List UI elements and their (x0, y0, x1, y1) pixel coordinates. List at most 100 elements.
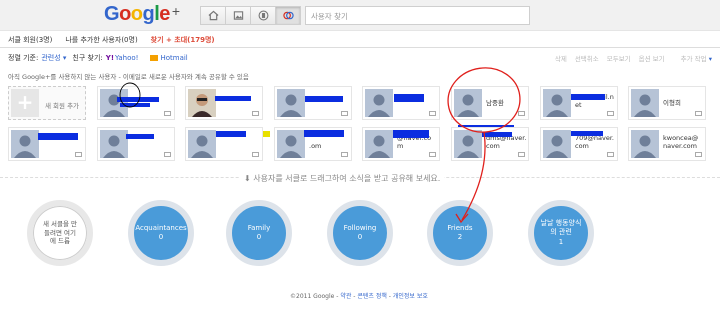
circle-5[interactable]: 날날 행동양식 의 관련 1 (528, 200, 594, 266)
avatar (188, 130, 216, 158)
avatar (454, 89, 482, 117)
sort-value: 관련성 (41, 54, 61, 62)
person-card[interactable]: kwoncea@ naver.com (628, 127, 706, 161)
person-card[interactable] (185, 86, 263, 120)
photos-button[interactable] (225, 6, 251, 25)
tab-circled[interactable]: 서클 회원(3명) (8, 35, 52, 45)
logo-letter: o (119, 3, 131, 25)
hotmail-icon (150, 55, 159, 61)
view-all-button[interactable]: 모두보기 (607, 53, 631, 63)
home-icon (208, 10, 218, 21)
mail-icon (695, 152, 702, 157)
mail-icon (607, 111, 614, 116)
photos-icon (233, 11, 243, 20)
tab-added-me[interactable]: 나를 추가한 사용자(0명) (65, 35, 137, 45)
circle-4[interactable]: Friends 2 (427, 200, 493, 266)
person-card[interactable]: 이형희 (628, 86, 706, 120)
mail-icon (518, 152, 525, 157)
redaction-mark (216, 131, 246, 137)
copyright: ©2011 Google - (290, 293, 341, 300)
mail-icon (429, 152, 436, 157)
home-button[interactable] (200, 6, 226, 25)
new-circle-dropzone[interactable]: 새 서클을 만 들려면 여기 에 드롭 (27, 200, 93, 266)
mail-icon (252, 111, 259, 116)
person-card[interactable]: 남중환 (451, 86, 529, 120)
circle-1[interactable]: Acquaintances 0 (128, 200, 194, 266)
avatar (454, 130, 482, 158)
avatar (100, 130, 128, 158)
circles-button[interactable] (275, 6, 301, 25)
yahoo-icon: Y! (105, 54, 115, 62)
delete-button[interactable]: 삭제 (555, 53, 567, 63)
mail-icon (341, 111, 348, 116)
mail-icon (252, 152, 259, 157)
person-card[interactable]: @hanmail.n et (540, 86, 618, 120)
circle-count: 2 (457, 233, 463, 241)
redaction-mark (126, 134, 154, 139)
action-menu: 삭제 선택취소 모두보기 옵션 보기 추가 작업 ▾ (547, 53, 712, 63)
mail-icon (341, 152, 348, 157)
redaction-mark (571, 94, 605, 100)
profile-button[interactable] (250, 6, 276, 25)
yahoo-link[interactable]: Yahoo! (115, 54, 138, 62)
divider (0, 47, 720, 48)
circle-name: Family (247, 223, 271, 232)
circle-name: Friends (447, 223, 473, 232)
top-bar: Google + 사용자 찾기 (0, 0, 720, 31)
mail-icon (75, 152, 82, 157)
add-action-button[interactable]: 추가 작업 ▾ (673, 53, 712, 63)
avatar (631, 130, 659, 158)
drag-hint-text: 사용자를 서클로 드래그하여 소식을 받고 공유해 보세요. (253, 174, 441, 183)
avatar (365, 89, 393, 117)
circles-icon (282, 11, 294, 20)
search-input[interactable]: 사용자 찾기 (305, 6, 530, 25)
avatar (631, 89, 659, 117)
logo-letter: G (104, 3, 120, 25)
person-name: 남중환 (486, 99, 504, 107)
redaction-mark (393, 130, 429, 138)
add-member-label: 새 회원 추가 (45, 102, 80, 110)
logo-letter: o (130, 3, 143, 25)
terms-link[interactable]: 약관 (340, 293, 351, 300)
circle-2[interactable]: Family 0 (226, 200, 292, 266)
person-card[interactable] (362, 86, 440, 120)
redaction-mark (482, 132, 512, 137)
redaction-mark (120, 103, 150, 107)
redaction-mark (117, 97, 159, 102)
logo-letter: e (159, 3, 170, 25)
mail-icon (429, 111, 436, 116)
avatar (543, 89, 571, 117)
logo-letter: g (142, 3, 155, 25)
tab-find-invite[interactable]: 찾기 + 초대(179명) (151, 35, 215, 45)
circle-name: Acquaintances (135, 223, 187, 232)
circle-name: Following (343, 223, 377, 232)
options-button[interactable]: 옵션 보기 (639, 53, 665, 63)
avatar (365, 130, 393, 158)
add-member-card[interactable]: + 새 회원 추가 (8, 86, 86, 120)
hotmail-link[interactable]: Hotmail (160, 54, 187, 62)
mail-icon (164, 152, 171, 157)
circle-3[interactable]: Following 0 (327, 200, 393, 266)
privacy-link[interactable]: 개인정보 보호 (393, 293, 428, 300)
deselect-button[interactable]: 선택취소 (575, 53, 599, 63)
new-circle-label: 새 서클을 만 들려면 여기 에 드롭 (42, 220, 78, 246)
person-card[interactable] (274, 86, 352, 120)
mail-icon (607, 152, 614, 157)
sort-dropdown[interactable]: 관련성 ▾ (41, 53, 66, 63)
sort-label: 정렬 기준: (8, 54, 39, 62)
person-name: kwoncea@ naver.com (663, 134, 699, 150)
content-policy-link[interactable]: 콘텐츠 정책 (357, 293, 387, 300)
redaction-mark (571, 131, 603, 136)
plus-icon: + (11, 89, 39, 117)
avatar (277, 130, 305, 158)
avatar (11, 130, 39, 158)
avatar (188, 89, 216, 117)
circle-count: 0 (256, 233, 262, 241)
circle-count: 1 (558, 237, 564, 246)
person-card[interactable] (97, 127, 175, 161)
nav-buttons (200, 6, 301, 25)
google-plus-logo[interactable]: Google + (104, 3, 180, 26)
mail-icon (518, 111, 525, 116)
profile-icon (258, 10, 268, 21)
add-action-label: 추가 작업 (680, 55, 707, 63)
